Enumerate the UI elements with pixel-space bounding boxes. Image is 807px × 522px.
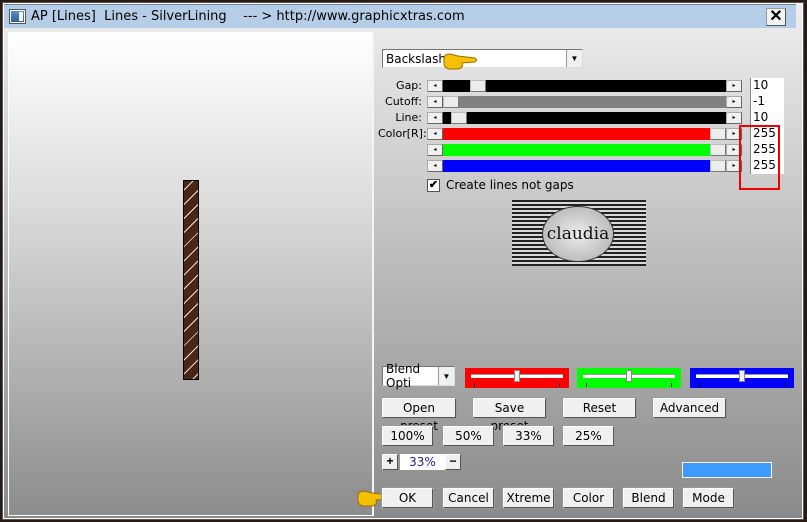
slider-tick — [671, 383, 672, 387]
preview-area[interactable] — [8, 32, 374, 516]
cancel-button[interactable]: Cancel — [442, 487, 495, 509]
slider-thumb[interactable] — [469, 80, 486, 92]
blend-red-slider[interactable] — [465, 368, 569, 388]
parameter-slider[interactable]: ◂ ▸ — [427, 160, 742, 172]
slider-tick — [784, 383, 785, 387]
slider-track[interactable] — [443, 160, 726, 172]
logo-emblem: claudia — [542, 206, 614, 262]
advanced-button[interactable]: Advanced — [652, 397, 727, 419]
slider-thumb[interactable] — [739, 370, 745, 382]
slider-label: Color[R]: — [378, 127, 427, 140]
logo-preview: claudia — [512, 200, 646, 266]
zoom-50-button[interactable]: 50% — [442, 425, 495, 447]
color-button[interactable]: Color — [562, 487, 615, 509]
slider-value-field[interactable]: -1 — [750, 94, 784, 110]
slider-thumb[interactable] — [443, 96, 459, 108]
parameter-slider[interactable]: ◂ ▸ — [427, 144, 742, 156]
slider-track[interactable] — [443, 112, 726, 124]
zoom-25-button[interactable]: 25% — [562, 425, 615, 447]
slider-thumb[interactable] — [710, 144, 726, 156]
blend-options-select[interactable]: Blend Opti ▼ — [382, 362, 455, 390]
slider-left-arrow-icon[interactable]: ◂ — [427, 80, 443, 92]
close-button[interactable]: ✕ — [766, 8, 786, 26]
zoom-level-field[interactable]: 33% — [400, 454, 445, 470]
slider-right-arrow-icon[interactable]: ▸ — [726, 112, 742, 124]
reset-button[interactable]: Reset — [562, 397, 637, 419]
slider-left-arrow-icon[interactable]: ◂ — [427, 96, 443, 108]
slider-thumb[interactable] — [710, 128, 726, 140]
create-lines-checkbox-row[interactable]: ✔ Create lines not gaps — [427, 178, 574, 192]
zoom-100-button[interactable]: 100% — [381, 425, 434, 447]
slider-label: Line: — [395, 111, 422, 124]
slider-tick — [586, 383, 587, 387]
slider-left-arrow-icon[interactable]: ◂ — [427, 144, 443, 156]
slider-tick — [559, 383, 560, 387]
preview-image — [183, 180, 199, 380]
highlight-annotation — [739, 125, 780, 190]
slider-track[interactable] — [443, 80, 726, 92]
slider-thumb[interactable] — [710, 160, 726, 172]
mode-button[interactable]: Mode — [682, 487, 735, 509]
chevron-down-icon[interactable]: ▼ — [566, 50, 582, 67]
parameter-slider[interactable]: ◂ ▸ — [427, 112, 742, 124]
save-preset-button[interactable]: Save preset — [472, 397, 547, 433]
slider-label: Cutoff: — [385, 95, 422, 108]
open-preset-button[interactable]: Open preset — [381, 397, 457, 433]
mode-select[interactable]: Backslash ▼ — [382, 49, 583, 68]
create-lines-label: Create lines not gaps — [446, 178, 574, 192]
slider-tick — [699, 383, 700, 387]
blend-button[interactable]: Blend — [622, 487, 675, 509]
blend-green-slider[interactable] — [577, 368, 681, 388]
color-swatch[interactable] — [682, 462, 772, 478]
slider-right-arrow-icon[interactable]: ▸ — [726, 96, 742, 108]
controls-panel: Backslash ▼ Gap: ◂ ▸ 10 Cutoff: ◂ ▸ -1 Line: ◂ ▸ 10… — [376, 32, 800, 516]
parameter-slider[interactable]: ◂ ▸ — [427, 80, 742, 92]
xtreme-button[interactable]: Xtreme — [502, 487, 555, 509]
blend-blue-slider[interactable] — [690, 368, 794, 388]
pointer-hand-icon — [443, 53, 477, 70]
blend-select-value: Blend Opti — [386, 362, 421, 390]
logo-text: claudia — [546, 224, 610, 244]
slider-value-field[interactable]: 10 — [750, 110, 784, 126]
slider-left-arrow-icon[interactable]: ◂ — [427, 112, 443, 124]
slider-tick — [474, 383, 475, 387]
zoom-out-button[interactable]: − — [445, 454, 461, 470]
slider-thumb[interactable] — [626, 370, 632, 382]
window-title: AP [Lines] Lines - SilverLining --- > ht… — [31, 9, 465, 24]
slider-value-field[interactable]: 10 — [750, 78, 784, 94]
slider-label: Gap: — [396, 79, 422, 92]
zoom-in-button[interactable]: + — [382, 454, 398, 470]
parameter-slider[interactable]: ◂ ▸ — [427, 96, 742, 108]
parameter-slider[interactable]: ◂ ▸ — [427, 128, 742, 140]
ok-button[interactable]: OK — [381, 487, 434, 509]
slider-left-arrow-icon[interactable]: ◂ — [427, 160, 443, 172]
title-bar[interactable]: AP [Lines] Lines - SilverLining --- > ht… — [4, 4, 796, 28]
slider-track[interactable] — [443, 144, 726, 156]
slider-thumb[interactable] — [514, 370, 520, 382]
chevron-down-icon[interactable]: ▼ — [438, 367, 454, 385]
slider-track[interactable] — [443, 128, 726, 140]
slider-thumb[interactable] — [451, 112, 467, 124]
app-icon — [9, 9, 26, 24]
zoom-33-button[interactable]: 33% — [502, 425, 555, 447]
slider-right-arrow-icon[interactable]: ▸ — [726, 80, 742, 92]
slider-left-arrow-icon[interactable]: ◂ — [427, 128, 443, 140]
slider-track[interactable] — [443, 96, 726, 108]
create-lines-checkbox[interactable]: ✔ — [427, 178, 440, 192]
